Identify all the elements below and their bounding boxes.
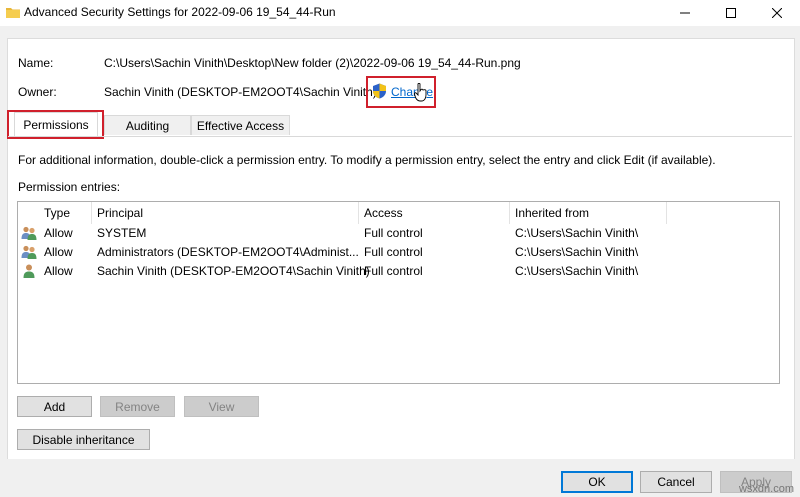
permission-entries-label: Permission entries: — [18, 180, 121, 194]
disable-inheritance-button[interactable]: Disable inheritance — [17, 429, 150, 450]
table-row[interactable]: Allow Administrators (DESKTOP-EM2OOT4\Ad… — [18, 243, 779, 262]
row-principal: SYSTEM — [97, 226, 147, 240]
maximize-icon — [726, 8, 736, 18]
name-label: Name: — [18, 56, 54, 70]
tab-auditing[interactable]: Auditing — [104, 115, 191, 135]
column-type[interactable]: Type — [44, 202, 70, 224]
table-row[interactable]: Allow Sachin Vinith (DESKTOP-EM2OOT4\Sac… — [18, 262, 779, 281]
watermark: wsxdn.com — [738, 483, 794, 495]
minimize-button[interactable] — [662, 0, 708, 26]
row-principal: Sachin Vinith (DESKTOP-EM2OOT4\Sachin Vi… — [97, 264, 370, 278]
ok-button[interactable]: OK — [561, 471, 633, 493]
name-value: C:\Users\Sachin Vinith\Desktop\New folde… — [104, 56, 521, 70]
row-access: Full control — [364, 245, 423, 259]
users-group-icon — [21, 226, 37, 240]
row-type: Allow — [44, 226, 73, 240]
row-access: Full control — [364, 226, 423, 240]
cancel-button[interactable]: Cancel — [640, 471, 712, 493]
minimize-icon — [680, 8, 690, 18]
row-inherited-from: C:\Users\Sachin Vinith\ — [515, 245, 639, 259]
tab-effective-access[interactable]: Effective Access — [191, 115, 290, 135]
row-access: Full control — [364, 264, 423, 278]
window-title: Advanced Security Settings for 2022-09-0… — [24, 5, 336, 19]
close-button[interactable] — [754, 0, 800, 26]
add-button[interactable]: Add — [17, 396, 92, 417]
info-text: For additional information, double-click… — [18, 153, 716, 167]
title-bar: Advanced Security Settings for 2022-09-0… — [0, 0, 800, 26]
owner-label: Owner: — [18, 85, 57, 99]
permission-entries-list[interactable]: Type Principal Access Inherited from All… — [17, 201, 780, 384]
row-principal: Administrators (DESKTOP-EM2OOT4\Administ… — [97, 245, 359, 259]
row-inherited-from: C:\Users\Sachin Vinith\ — [515, 226, 639, 240]
user-icon — [21, 264, 37, 278]
owner-value: Sachin Vinith (DESKTOP-EM2OOT4\Sachin Vi… — [104, 85, 377, 99]
maximize-button[interactable] — [708, 0, 754, 26]
table-row[interactable]: Allow SYSTEM Full control C:\Users\Sachi… — [18, 224, 779, 243]
column-divider[interactable] — [91, 202, 92, 224]
column-principal[interactable]: Principal — [97, 202, 143, 224]
tab-panel-border — [8, 136, 792, 137]
view-button[interactable]: View — [184, 396, 259, 417]
close-icon — [772, 8, 782, 18]
column-divider[interactable] — [358, 202, 359, 224]
hand-cursor-icon — [414, 82, 428, 102]
shield-icon — [372, 83, 387, 99]
column-inherited-from[interactable]: Inherited from — [515, 202, 589, 224]
users-group-icon — [21, 245, 37, 259]
folder-icon — [6, 6, 20, 18]
row-inherited-from: C:\Users\Sachin Vinith\ — [515, 264, 639, 278]
row-type: Allow — [44, 245, 73, 259]
column-divider[interactable] — [509, 202, 510, 224]
column-access[interactable]: Access — [364, 202, 403, 224]
remove-button[interactable]: Remove — [100, 396, 175, 417]
tab-auditing-label: Auditing — [125, 118, 170, 133]
row-type: Allow — [44, 264, 73, 278]
permissions-tab-highlight — [7, 110, 104, 139]
tab-effective-access-label: Effective Access — [196, 118, 285, 133]
column-divider[interactable] — [666, 202, 667, 224]
